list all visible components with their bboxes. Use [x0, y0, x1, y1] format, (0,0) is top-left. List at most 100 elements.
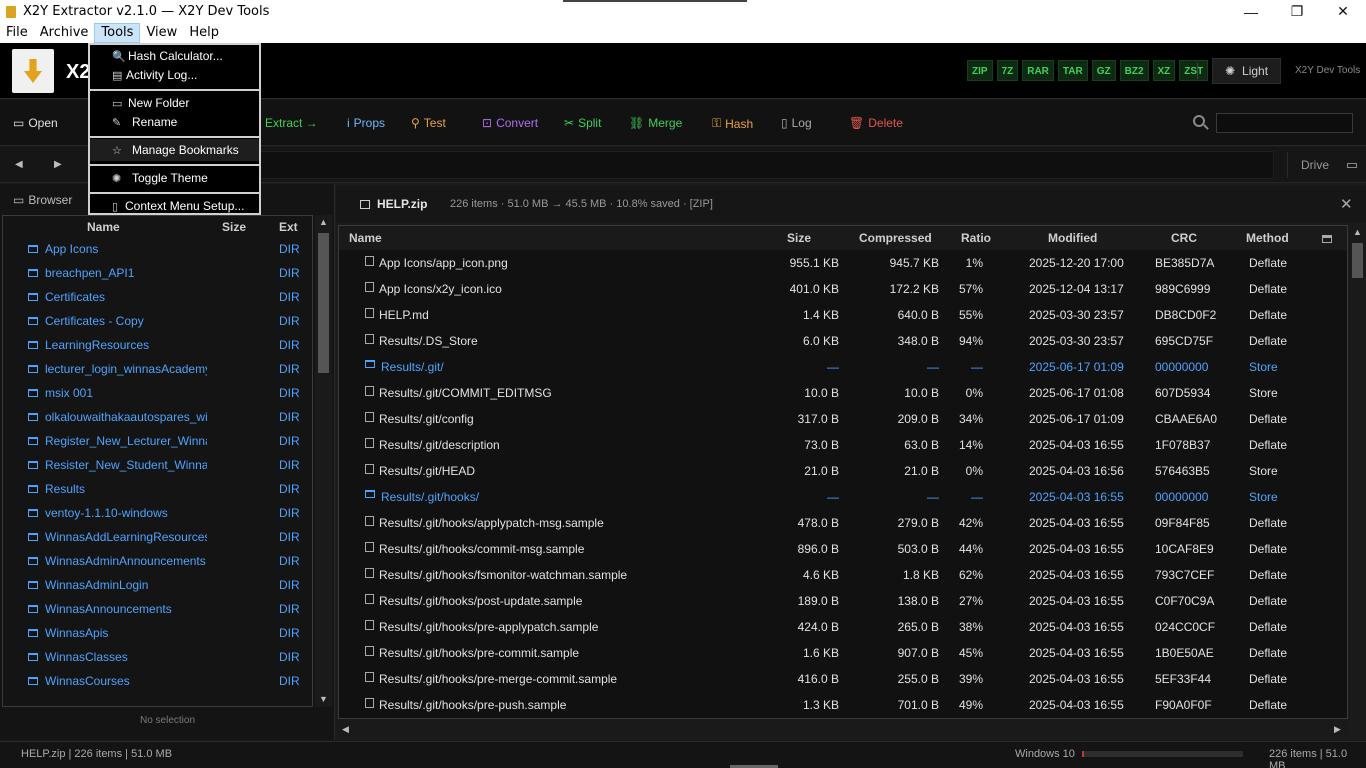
cell-compressed: 503.0 B [897, 542, 939, 556]
scroll-left-icon[interactable]: ◀ [342, 724, 349, 735]
close-window-button[interactable]: ✕ [1320, 0, 1366, 23]
menu-item-rename[interactable]: ✎ Rename [90, 111, 259, 133]
col-crc[interactable]: CRC [1171, 231, 1197, 245]
list-item[interactable]: WinnasAdminAnnouncements DIR [2, 549, 313, 573]
list-item[interactable]: WinnasAddLearningResources DIR [2, 525, 313, 549]
merge-button[interactable]: ⛓ Merge [629, 116, 682, 130]
list-item[interactable]: LearningResources DIR [2, 333, 313, 357]
table-row[interactable]: Results/.git/ — — — 2025-06-17 01:09 00000000… [339, 354, 1347, 380]
convert-label: Convert [496, 116, 539, 130]
table-row[interactable]: Results/.git/hooks/post-update.sample 189… [339, 588, 1347, 614]
close-archive-button[interactable]: ✕ [1340, 195, 1353, 213]
col-method[interactable]: Method [1246, 231, 1289, 245]
archive-scrollbar[interactable]: ▲ [1349, 225, 1366, 719]
scroll-down-icon[interactable]: ▼ [319, 694, 328, 704]
list-item[interactable]: WinnasAnnouncements DIR [2, 597, 313, 621]
table-row[interactable]: Results/.DS_Store 6.0 KB 348.0 B 94% 2025-03… [339, 328, 1347, 354]
col-ratio[interactable]: Ratio [961, 231, 991, 245]
file-icon [365, 646, 374, 656]
menu-help[interactable]: Help [183, 23, 225, 43]
table-row[interactable]: Results/.git/hooks/pre-merge-commit.samp… [339, 666, 1347, 692]
menu-item-label: Hash Calculator... [128, 49, 223, 63]
scroll-right-icon[interactable]: ▶ [1334, 724, 1341, 735]
table-row[interactable]: App Icons/app_icon.png 955.1 KB 945.7 KB 1%… [339, 250, 1347, 276]
list-item[interactable]: App Icons DIR [2, 237, 313, 261]
list-item[interactable]: Resister_New_Student_Winnas DIR [2, 453, 313, 477]
table-row[interactable]: Results/.git/hooks/pre-commit.sample 1.6 … [339, 640, 1347, 666]
minimize-button[interactable]: — [1228, 0, 1274, 23]
table-row[interactable]: Results/.git/hooks/pre-push.sample 1.3 KB… [339, 692, 1347, 718]
delete-button[interactable]: 🗑 Delete [849, 116, 903, 130]
menu-item-manage-bookmarks[interactable]: ☆ Manage Bookmarks [90, 139, 259, 161]
table-row[interactable]: Results/.git/description 73.0 B 63.0 B 14% 2… [339, 432, 1347, 458]
list-item[interactable]: Certificates - Copy DIR [2, 309, 313, 333]
list-item[interactable]: ventoy-1.1.10-windows DIR [2, 501, 313, 525]
browser-scrollbar[interactable]: ▲ ▼ [315, 215, 332, 707]
convert-button[interactable]: ⊡ Convert [482, 116, 538, 130]
menu-archive[interactable]: Archive [34, 23, 95, 43]
menu-item-label: Activity Log... [126, 68, 198, 82]
log-button[interactable]: ▯ Log [781, 116, 812, 130]
table-row[interactable]: HELP.md 1.4 KB 640.0 B 55% 2025-03-30 23:57 D… [339, 302, 1347, 328]
search-input[interactable] [1216, 113, 1353, 133]
hash-button[interactable]: ⚿ Hash [712, 116, 753, 131]
log-icon: ▤ [112, 69, 123, 82]
col-modified[interactable]: Modified [1048, 231, 1097, 245]
table-row[interactable]: App Icons/x2y_icon.ico 401.0 KB 172.2 KB 57… [339, 276, 1347, 302]
list-item[interactable]: breachpen_API1 DIR [2, 261, 313, 285]
col-compressed[interactable]: Compressed [859, 231, 932, 245]
col-ext[interactable]: Ext [279, 220, 298, 234]
table-row[interactable]: Results/.git/hooks/pre-applypatch.sample… [339, 614, 1347, 640]
menu-item-activity-log[interactable]: ▤ Activity Log... [90, 64, 259, 86]
archive-scroll-thumb[interactable] [1352, 243, 1363, 278]
cell-modified: 2025-06-17 01:09 [1029, 360, 1124, 374]
extract-button[interactable]: Extract → [265, 116, 318, 130]
table-row[interactable]: Results/.git/COMMIT_EDITMSG 10.0 B 10.0 B 0… [339, 380, 1347, 406]
menu-item-context-menu-setup[interactable]: ▯ Context Menu Setup... [90, 195, 259, 217]
list-item[interactable]: WinnasCourses DIR [2, 669, 313, 693]
list-item[interactable]: WinnasAdminLogin DIR [2, 573, 313, 597]
scroll-up-icon[interactable]: ▲ [1353, 227, 1362, 237]
scroll-up-icon[interactable]: ▲ [319, 217, 328, 227]
col-name[interactable]: Name [349, 231, 382, 245]
browser-scroll-thumb[interactable] [318, 233, 329, 373]
back-button[interactable]: ◀ [15, 159, 23, 170]
forward-button[interactable]: ▶ [54, 159, 62, 170]
folder-icon [28, 413, 38, 421]
table-row[interactable]: Results/.git/hooks/ — — — 2025-04-03 16:55 00… [339, 484, 1347, 510]
theme-toggle-label: Light [1242, 64, 1269, 78]
table-row[interactable]: Results/.git/hooks/applypatch-msg.sample… [339, 510, 1347, 536]
menu-item-label: Toggle Theme [132, 171, 208, 185]
list-item[interactable]: WinnasClasses DIR [2, 645, 313, 669]
list-item[interactable]: lecturer_login_winnasAcademy DIR [2, 357, 313, 381]
list-item[interactable]: Register_New_Lecturer_Winnas DIR [2, 429, 313, 453]
table-row[interactable]: Results/.git/HEAD 21.0 B 21.0 B 0% 2025-04-0… [339, 458, 1347, 484]
path-field[interactable]: sers\mose\Desktop [92, 151, 1274, 179]
menu-item-toggle-theme[interactable]: ✺ Toggle Theme [90, 167, 259, 189]
archive-hscrollbar[interactable]: ◀ ▶ [338, 721, 1348, 738]
theme-toggle-button[interactable]: ✺ Light [1212, 58, 1281, 84]
col-size[interactable]: Size [787, 231, 811, 245]
col-size[interactable]: Size [222, 220, 246, 234]
list-item[interactable]: msix 001 DIR [2, 381, 313, 405]
open-button[interactable]: ▭ Open [13, 116, 58, 130]
archive-meta: 226 items · 51.0 MB → 45.5 MB · 10.8% sa… [450, 198, 713, 210]
props-button[interactable]: i Props [347, 116, 385, 130]
test-button[interactable]: ⚲ Test [411, 116, 446, 130]
menu-file[interactable]: File [0, 23, 34, 43]
table-row[interactable]: Results/.git/hooks/fsmonitor-watchman.sa… [339, 562, 1347, 588]
maximize-button[interactable]: ❐ [1274, 0, 1320, 23]
list-item[interactable]: WinnasApis DIR [2, 621, 313, 645]
brand-right-label: X2Y Dev Tools [1295, 65, 1361, 76]
cell-size: 4.6 KB [802, 568, 839, 582]
list-item[interactable]: olkalouwaithakaautospares_wi DIR [2, 405, 313, 429]
split-button[interactable]: ✂ Split [564, 116, 601, 130]
table-row[interactable]: Results/.git/hooks/commit-msg.sample 896.… [339, 536, 1347, 562]
drive-selector[interactable]: Drive [1287, 152, 1357, 178]
menu-tools[interactable]: Tools [94, 23, 141, 43]
list-item[interactable]: Certificates DIR [2, 285, 313, 309]
list-item[interactable]: Results DIR [2, 477, 313, 501]
menu-view[interactable]: View [140, 23, 183, 43]
col-name[interactable]: Name [87, 220, 120, 234]
table-row[interactable]: Results/.git/config 317.0 B 209.0 B 34% 2025… [339, 406, 1347, 432]
